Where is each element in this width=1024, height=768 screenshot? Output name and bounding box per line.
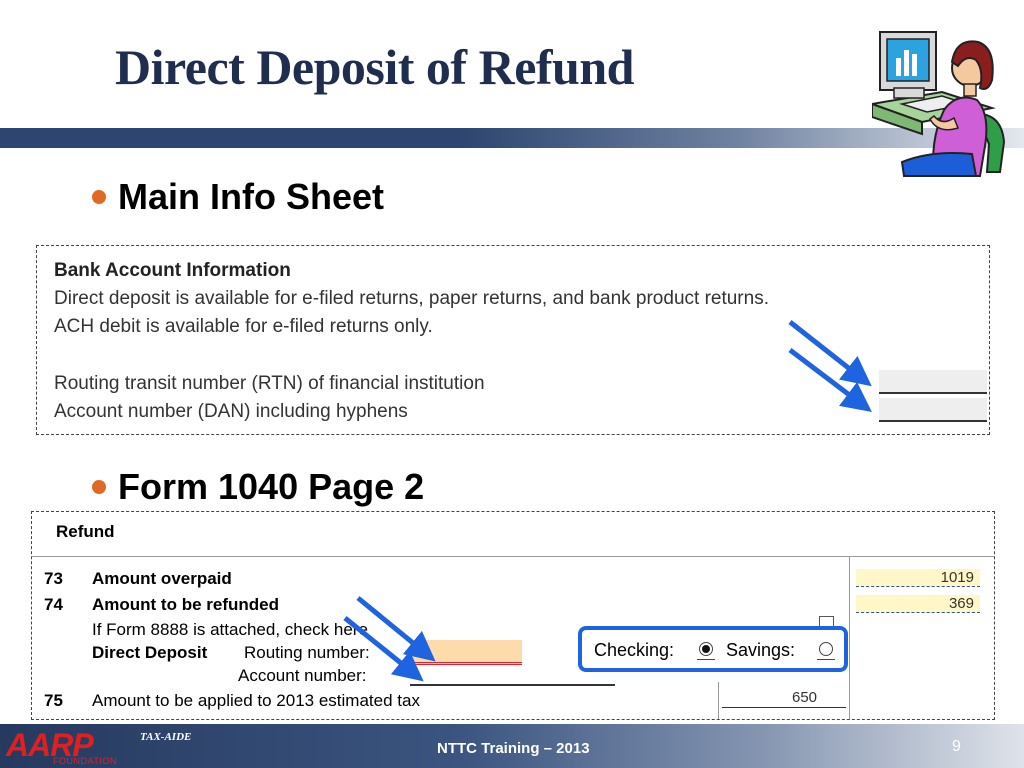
- refund-form-panel: Refund 73 Amount overpaid 1019 74 Amount…: [31, 511, 995, 720]
- bullet-form-1040: Form 1040 Page 2: [92, 466, 424, 508]
- line-73-number: 73: [44, 569, 63, 588]
- direct-deposit-label: Direct Deposit: [92, 643, 208, 662]
- bank-info-line-1: Direct deposit is available for e-filed …: [54, 288, 769, 309]
- tax-aide-label: TAX-AIDE: [140, 731, 192, 743]
- checking-radio[interactable]: [699, 642, 713, 656]
- person-at-computer-icon: [872, 31, 1006, 177]
- line-73-amount[interactable]: 1019: [856, 569, 980, 587]
- bullet-dot-icon: [92, 480, 106, 494]
- savings-label: Savings:: [726, 640, 796, 660]
- line-74-amount[interactable]: 369: [856, 595, 980, 613]
- savings-radio[interactable]: [819, 642, 833, 656]
- radio-underline: [697, 659, 715, 660]
- divider: [718, 682, 719, 719]
- line-74-label: Amount to be refunded: [92, 595, 279, 614]
- bullet-dot-icon: [92, 190, 106, 204]
- bank-info-heading: Bank Account Information: [54, 260, 291, 281]
- account-number-label: Account number:: [238, 666, 367, 685]
- dan-label: Account number (DAN) including hyphens: [54, 401, 408, 422]
- slide-title: Direct Deposit of Refund: [115, 39, 634, 95]
- footer-training-text: NTTC Training – 2013: [437, 740, 590, 757]
- rtn-input[interactable]: [879, 370, 987, 394]
- line-75-amount[interactable]: 650: [792, 689, 817, 706]
- dan-input[interactable]: [879, 398, 987, 422]
- checking-label: Checking:: [594, 640, 675, 660]
- line-75-number: 75: [44, 691, 63, 710]
- line-75-underline: [722, 707, 846, 708]
- bank-account-info-panel: Bank Account Information Direct deposit …: [36, 245, 990, 435]
- line-75-label: Amount to be applied to 2013 estimated t…: [92, 691, 420, 710]
- line-73-label: Amount overpaid: [92, 569, 232, 588]
- account-type-group: Checking: Savings:: [578, 626, 848, 672]
- routing-number-input[interactable]: [410, 640, 522, 665]
- rtn-label: Routing transit number (RTN) of financia…: [54, 373, 485, 394]
- title-band: [0, 128, 1024, 148]
- bank-info-line-2: ACH debit is available for e-filed retur…: [54, 316, 433, 337]
- line-74-number: 74: [44, 595, 63, 614]
- bullet-main-info-sheet: Main Info Sheet: [92, 176, 384, 218]
- divider: [849, 556, 850, 719]
- refund-heading: Refund: [56, 522, 115, 541]
- bullet-text: Form 1040 Page 2: [118, 466, 425, 507]
- aarp-foundation-label: FOUNDATION: [53, 756, 117, 766]
- account-number-input[interactable]: [410, 684, 615, 686]
- form-8888-label: If Form 8888 is attached, check here: [92, 620, 368, 639]
- radio-underline: [817, 659, 835, 660]
- routing-number-label: Routing number:: [244, 643, 370, 662]
- page-number: 9: [952, 738, 961, 755]
- bullet-text: Main Info Sheet: [118, 176, 385, 217]
